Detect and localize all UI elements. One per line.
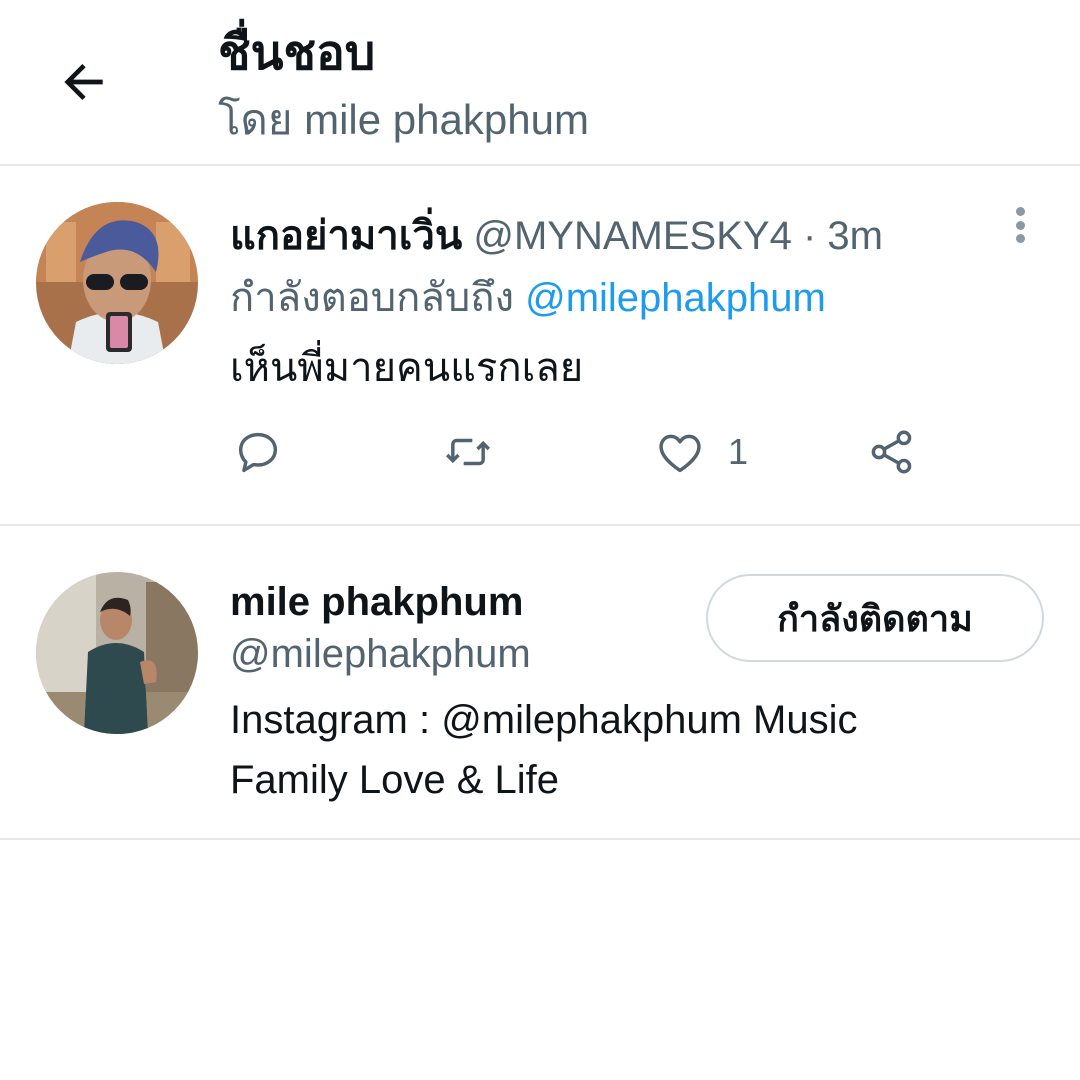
retweet-icon — [445, 438, 491, 466]
author-name[interactable]: แกอย่ามาเวิ่น — [230, 214, 462, 258]
profile-name[interactable]: mile phakphum — [230, 576, 523, 628]
reply-mention-link[interactable]: @milephakphum — [525, 276, 826, 320]
page-title: ชื่นชอบ — [218, 27, 376, 80]
reply-icon — [238, 432, 278, 473]
tweet-author-avatar[interactable] — [36, 202, 198, 364]
more-options-button[interactable] — [1000, 202, 1040, 248]
more-vertical-icon — [1015, 234, 1025, 243]
bio-line: Family Love & Life — [230, 758, 560, 802]
share-button[interactable] — [866, 424, 918, 480]
top-app-bar: ชื่นชอบ โดย mile phakphum — [0, 0, 1080, 166]
separator-dot: · — [802, 214, 817, 258]
profile-bio: Instagram : @milephakphum Music Family L… — [230, 690, 858, 810]
more-vertical-icon — [1015, 220, 1025, 230]
tweet-time[interactable]: 3m — [827, 214, 883, 258]
profile-handle[interactable]: @milephakphum — [230, 628, 531, 680]
page-subtitle: โดย mile phakphum — [218, 96, 589, 143]
bio-line: Instagram : @milephakphum Music — [230, 698, 858, 742]
like-button[interactable]: 1 — [654, 424, 748, 480]
back-button[interactable] — [52, 50, 116, 114]
reply-button[interactable] — [232, 424, 284, 480]
profile-avatar[interactable] — [36, 572, 198, 734]
tweet[interactable]: แกอย่ามาเวิ่น @MYNAMESKY4 · 3m กำลังตอบก… — [0, 166, 1080, 526]
author-handle[interactable]: @MYNAMESKY4 — [473, 214, 791, 258]
following-button[interactable]: กำลังติดตาม — [706, 574, 1044, 662]
tweet-text: เห็นพี่มายคนแรกเลย — [230, 346, 584, 390]
heart-icon — [659, 434, 701, 473]
arrow-left-icon — [64, 64, 103, 100]
replying-to: กำลังตอบกลับถึง @milephakphum — [230, 272, 826, 324]
like-count: 1 — [728, 431, 749, 472]
tweet-header: แกอย่ามาเวิ่น @MYNAMESKY4 · 3m — [230, 210, 883, 262]
user-cell[interactable]: mile phakphum @milephakphum กำลังติดตาม … — [0, 526, 1080, 840]
more-vertical-icon — [1015, 207, 1025, 216]
reply-prefix: กำลังตอบกลับถึง — [230, 276, 514, 320]
share-icon — [871, 430, 912, 474]
retweet-button[interactable] — [442, 424, 494, 480]
